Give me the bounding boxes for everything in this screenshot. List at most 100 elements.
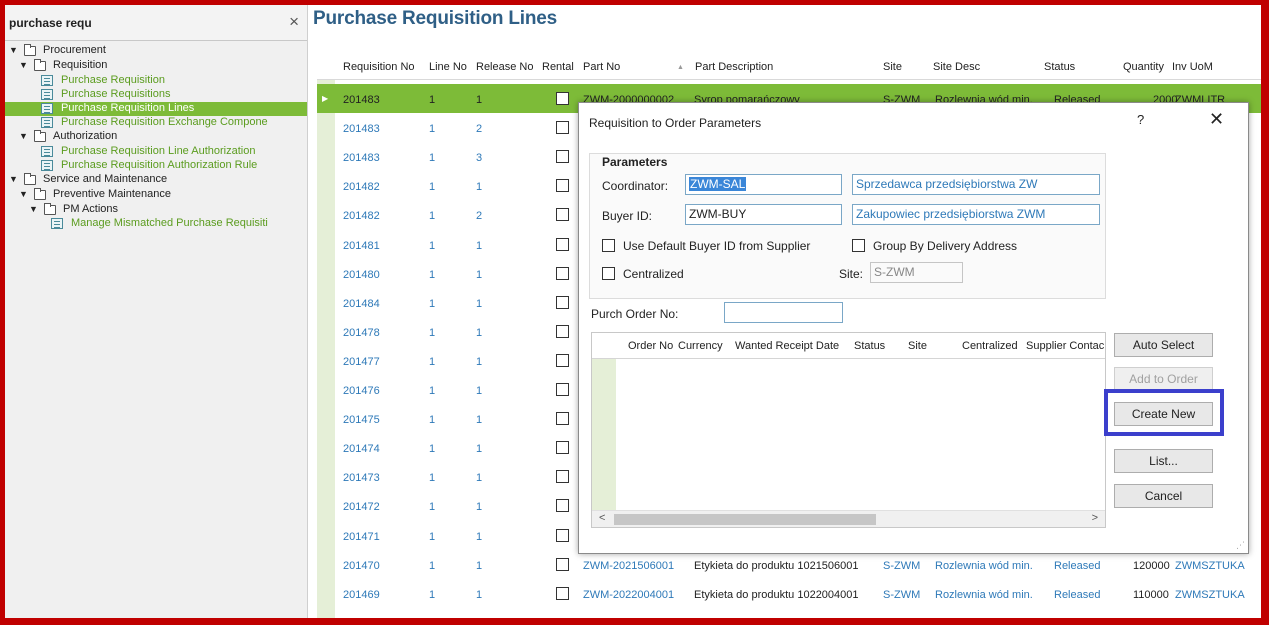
tree-item[interactable]: Purchase Requisitions: [5, 88, 307, 102]
tree-item[interactable]: ▼ Procurement: [5, 44, 307, 59]
list-button[interactable]: List...: [1114, 449, 1213, 473]
buyer-id-field[interactable]: ZWM-BUY: [685, 204, 842, 225]
rental-checkbox[interactable]: [556, 179, 569, 193]
add-to-order-button[interactable]: Add to Order: [1114, 367, 1213, 391]
rental-checkbox[interactable]: [556, 412, 569, 426]
rental-checkbox[interactable]: [556, 150, 569, 164]
tree-item[interactable]: Manage Mismatched Purchase Requisiti: [5, 217, 307, 231]
rental-checkbox[interactable]: [556, 528, 569, 542]
expand-arrow-icon[interactable]: ▼: [9, 44, 18, 57]
order-list-column-header[interactable]: Centralized: [962, 340, 1018, 352]
column-header[interactable]: Inv UoM: [1172, 61, 1213, 73]
cell-req: 201483: [343, 123, 380, 136]
rental-checkbox[interactable]: [556, 353, 569, 367]
rental-checkbox[interactable]: [556, 499, 569, 513]
cell-release: 1: [476, 385, 483, 397]
column-header[interactable]: Site: [883, 61, 902, 73]
auto-select-button[interactable]: Auto Select: [1114, 333, 1213, 357]
rental-checkbox[interactable]: [556, 324, 569, 338]
tree-item[interactable]: ▼ Authorization: [5, 130, 307, 145]
cancel-button[interactable]: Cancel: [1114, 484, 1213, 508]
folder-icon: [34, 59, 46, 71]
tree-item[interactable]: ▼ Service and Maintenance: [5, 173, 307, 188]
rental-checkbox[interactable]: [556, 586, 569, 600]
folder-icon: [34, 188, 46, 200]
resize-grip-icon[interactable]: ⋰: [1236, 540, 1245, 551]
cell-line: 1: [429, 588, 436, 601]
expand-arrow-icon[interactable]: ▼: [19, 59, 28, 72]
cell-req: 201478: [343, 326, 380, 339]
column-header[interactable]: Release No: [476, 61, 533, 73]
order-list-column-header[interactable]: Wanted Receipt Date: [735, 340, 839, 352]
tree-item[interactable]: ▼ PM Actions: [5, 203, 307, 217]
column-header[interactable]: Part No: [583, 61, 620, 73]
cell-part-no: ZWM-2022004001: [583, 588, 675, 601]
scroll-left-icon[interactable]: <: [599, 512, 605, 524]
cell-req: 201482: [343, 210, 380, 223]
tree-item-label: Purchase Requisition Exchange Compone: [61, 116, 268, 128]
cell-req: 201481: [343, 239, 380, 252]
table-row[interactable]: 201469 1 1 ZWM-2022004001 Etykieta do produk…: [317, 579, 1261, 608]
tree-item[interactable]: ▼ Requisition: [5, 59, 307, 74]
tree-item[interactable]: Purchase Requisition Authorization Rule: [5, 159, 307, 173]
expand-arrow-icon[interactable]: ▼: [19, 130, 28, 143]
page-icon: [41, 75, 53, 86]
order-list-column-header[interactable]: Order No: [628, 340, 673, 352]
rental-checkbox[interactable]: [556, 383, 569, 396]
rental-checkbox[interactable]: [556, 208, 569, 222]
folder-icon: [34, 130, 46, 142]
column-header[interactable]: Part Description: [695, 61, 773, 73]
column-header[interactable]: Quantity: [1123, 61, 1164, 73]
rental-checkbox[interactable]: [556, 266, 569, 280]
rental-checkbox[interactable]: [556, 441, 569, 455]
cell-release: 1: [476, 94, 483, 106]
use-default-buyer-label: Use Default Buyer ID from Supplier: [623, 239, 811, 253]
scroll-right-icon[interactable]: >: [1092, 512, 1098, 524]
close-icon[interactable]: ×: [289, 12, 299, 32]
tree-item[interactable]: Purchase Requisition Lines: [5, 102, 307, 116]
rental-checkbox[interactable]: [556, 92, 569, 105]
column-header[interactable]: Site Desc: [933, 61, 980, 73]
column-header[interactable]: P: [1261, 61, 1268, 73]
buyer-id-description: Zakupowiec przedsiębiorstwa ZWM: [852, 204, 1100, 225]
help-icon[interactable]: ?: [1137, 112, 1144, 127]
order-list-column-header[interactable]: Currency: [678, 340, 723, 352]
cell-line: 1: [429, 443, 436, 456]
expand-arrow-icon[interactable]: ▼: [9, 173, 18, 186]
tree-item-label: Procurement: [43, 44, 106, 56]
order-list-column-header[interactable]: Supplier Contac: [1026, 340, 1104, 352]
order-list-column-header[interactable]: Site: [908, 340, 927, 352]
dialog-close-icon[interactable]: ✕: [1209, 109, 1224, 130]
rental-checkbox[interactable]: [556, 470, 569, 484]
group-by-delivery-checkbox[interactable]: [852, 239, 865, 252]
cell-line: 1: [429, 152, 436, 165]
cell-req: 201472: [343, 501, 380, 514]
navigator-search-input[interactable]: [9, 13, 269, 33]
column-header[interactable]: Status: [1044, 61, 1075, 73]
column-header[interactable]: Rental: [542, 61, 574, 73]
cell-qty: 120000: [1133, 559, 1170, 572]
column-header[interactable]: Requisition No: [343, 61, 415, 73]
tree-item[interactable]: Purchase Requisition Exchange Compone: [5, 116, 307, 130]
scrollbar-thumb[interactable]: [614, 514, 876, 525]
rental-checkbox[interactable]: [556, 557, 569, 571]
centralized-checkbox[interactable]: [602, 267, 615, 280]
cell-status: Released: [1054, 559, 1101, 572]
expand-arrow-icon[interactable]: ▼: [29, 203, 38, 216]
horizontal-scrollbar[interactable]: < >: [592, 510, 1105, 527]
rental-checkbox[interactable]: [556, 295, 569, 309]
tree-item[interactable]: Purchase Requisition Line Authorization: [5, 145, 307, 159]
rental-checkbox[interactable]: [556, 237, 569, 251]
order-list-column-header[interactable]: Status: [854, 340, 885, 352]
tree-item[interactable]: ▼ Preventive Maintenance: [5, 188, 307, 203]
cell-release: 1: [476, 443, 483, 456]
cell-req: 201482: [343, 181, 380, 194]
purch-order-no-field[interactable]: [724, 302, 843, 323]
rental-checkbox[interactable]: [556, 121, 569, 135]
tree-item[interactable]: Purchase Requisition: [5, 74, 307, 88]
column-header[interactable]: Line No: [429, 61, 467, 73]
expand-arrow-icon[interactable]: ▼: [19, 188, 28, 201]
use-default-buyer-checkbox[interactable]: [602, 239, 615, 252]
order-list-row-strip: [592, 359, 616, 527]
coordinator-field[interactable]: ZWM-SAL: [685, 174, 842, 195]
